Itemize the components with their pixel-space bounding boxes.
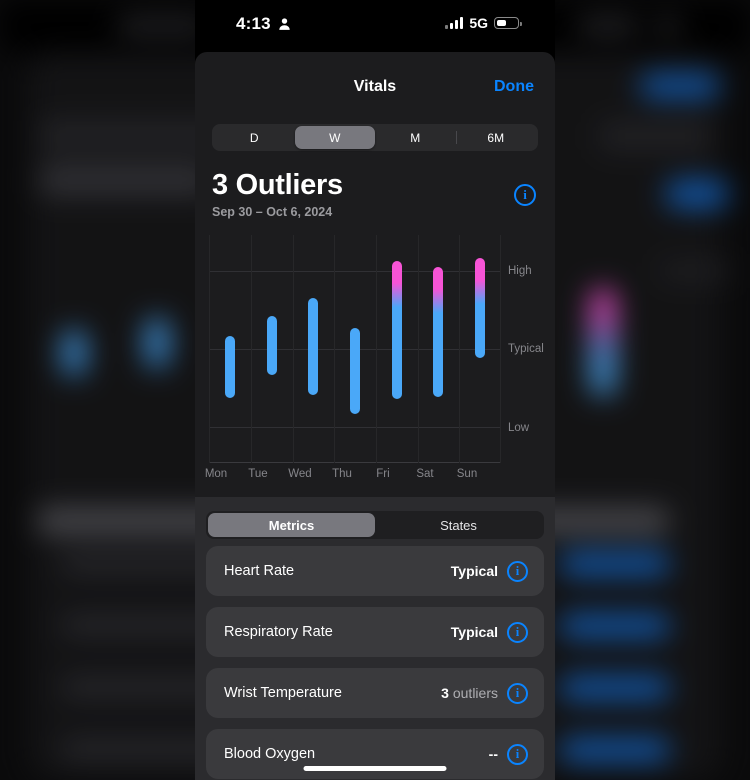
gridline-h: [209, 271, 501, 272]
list-item[interactable]: Heart Rate Typical i: [206, 546, 544, 596]
segment-d[interactable]: D: [214, 126, 295, 149]
status-time: 4:13: [236, 14, 271, 33]
metric-value: 3 outliers: [441, 685, 498, 701]
phone-screen: 4:13 5G Vitals Done D W M 6M 3 Outliers …: [0, 0, 750, 780]
headline-block: 3 Outliers Sep 30 – Oct 6, 2024: [212, 169, 343, 220]
y-axis-label-typical: Typical: [508, 343, 544, 355]
metric-value: Typical: [450, 624, 498, 640]
chart-bar-mon[interactable]: [225, 336, 235, 398]
gridline-h: [209, 427, 501, 428]
metric-name: Wrist Temperature: [224, 685, 342, 701]
segment-6m[interactable]: 6M: [455, 126, 537, 149]
info-icon[interactable]: i: [514, 184, 536, 206]
chart-plot-area: [209, 235, 501, 463]
y-axis-label-low: Low: [508, 422, 530, 434]
tab-metrics[interactable]: Metrics: [208, 513, 375, 537]
vitals-range-chart: High Typical Low Mon Tue Wed Thu Fri Sat…: [195, 235, 555, 497]
x-axis-label-tue: Tue: [248, 468, 268, 480]
date-range-label: Sep 30 – Oct 6, 2024: [212, 205, 333, 220]
gridline-v: [209, 235, 210, 463]
time-range-segmented-control[interactable]: D W M 6M: [212, 124, 538, 151]
chart-bar-sun[interactable]: [475, 257, 485, 359]
x-axis-label-fri: Fri: [376, 468, 390, 480]
metrics-list: Heart Rate Typical i Respiratory Rate Ty…: [206, 546, 544, 780]
info-icon[interactable]: i: [507, 682, 528, 704]
list-item[interactable]: Respiratory Rate Typical i: [206, 607, 544, 657]
battery-icon: [494, 17, 522, 29]
metrics-states-tabs[interactable]: Metrics States: [206, 511, 544, 539]
x-axis-label-sun: Sun: [456, 468, 478, 480]
segment-m[interactable]: M: [375, 126, 456, 149]
metric-value: --: [488, 746, 498, 762]
x-axis-label-thu: Thu: [332, 468, 352, 480]
metric-name: Heart Rate: [224, 563, 295, 579]
metric-value: Typical: [450, 563, 498, 579]
metric-value-group: 3 outliers i: [441, 682, 528, 704]
chart-bar-tue[interactable]: [267, 315, 277, 376]
metrics-panel: Metrics States Heart Rate Typical i Resp…: [195, 497, 555, 780]
vitals-modal-sheet: 4:13 5G Vitals Done D W M 6M 3 Outliers …: [195, 0, 555, 780]
gridline-v: [334, 235, 335, 463]
axis-baseline: [209, 462, 501, 463]
metric-value-group: Typical i: [450, 560, 528, 582]
chart-bar-fri[interactable]: [392, 261, 402, 400]
done-button[interactable]: Done: [494, 78, 534, 96]
metric-value-group: -- i: [488, 743, 528, 765]
chart-bar-sat[interactable]: [433, 266, 443, 398]
sheet-navbar: Vitals Done: [195, 52, 555, 102]
gridline-v: [376, 235, 377, 463]
metric-name: Blood Oxygen: [224, 746, 316, 762]
signal-bars-icon: [445, 17, 464, 29]
person-icon: [279, 18, 290, 30]
chart-bar-thu[interactable]: [350, 328, 360, 414]
info-icon[interactable]: i: [507, 621, 528, 643]
x-axis-label-mon: Mon: [204, 468, 228, 480]
gridline-v: [459, 235, 460, 463]
status-indicators: 5G: [445, 15, 522, 31]
home-indicator: [303, 766, 447, 771]
segment-w[interactable]: W: [294, 126, 375, 149]
gridline-v: [500, 235, 501, 463]
network-type-label: 5G: [469, 15, 488, 31]
list-item[interactable]: Blood Oxygen -- i: [206, 729, 544, 779]
x-axis-label-sat: Sat: [416, 468, 434, 480]
gridline-v: [251, 235, 252, 463]
gridline-v: [418, 235, 419, 463]
info-icon[interactable]: i: [507, 560, 528, 582]
x-axis-label-wed: Wed: [288, 468, 312, 480]
metric-name: Respiratory Rate: [224, 624, 333, 640]
info-icon[interactable]: i: [507, 743, 528, 765]
vitals-chart-card: Vitals Done D W M 6M 3 Outliers Sep 30 –…: [195, 52, 555, 497]
status-bar: 4:13 5G: [195, 0, 555, 52]
tab-states[interactable]: States: [375, 513, 542, 537]
metric-value-group: Typical i: [450, 621, 528, 643]
chart-bar-wed[interactable]: [308, 297, 318, 395]
list-item[interactable]: Wrist Temperature 3 outliers i: [206, 668, 544, 718]
gridline-v: [293, 235, 294, 463]
outliers-headline: 3 Outliers: [212, 169, 343, 201]
y-axis-label-high: High: [508, 265, 532, 277]
